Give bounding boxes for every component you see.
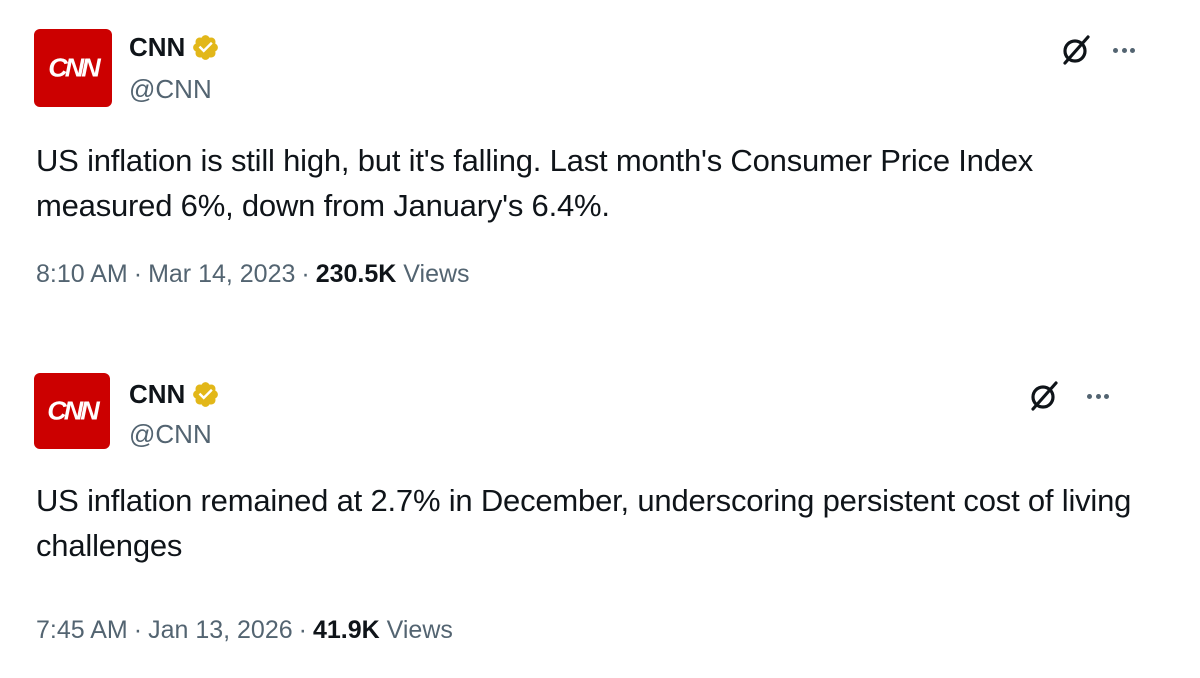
separator: · xyxy=(298,616,307,644)
views-label: Views xyxy=(386,616,453,644)
tweet[interactable]: CNN CNN @CNN US inflation remained at 2.… xyxy=(0,345,1200,678)
tweet-date[interactable]: Mar 14, 2023 xyxy=(148,260,295,288)
more-options-icon[interactable] xyxy=(1087,386,1109,406)
separator: · xyxy=(133,616,143,644)
tweet-text: US inflation is still high, but it's fal… xyxy=(36,143,1034,223)
tweet-date[interactable]: Jan 13, 2026 xyxy=(148,616,293,644)
grok-icon[interactable] xyxy=(1059,33,1093,67)
verified-badge-icon[interactable] xyxy=(191,33,220,62)
views-label: Views xyxy=(403,260,470,288)
tweet-text: US inflation remained at 2.7% in Decembe… xyxy=(36,483,1132,563)
views-count[interactable]: 230.5K xyxy=(316,260,397,288)
separator: · xyxy=(133,260,143,288)
author-handle[interactable]: @CNN xyxy=(129,72,212,106)
author-name-row: CNN xyxy=(129,30,220,64)
cnn-logo: CNN xyxy=(47,396,99,425)
separator: · xyxy=(301,260,310,288)
tweet-meta: 8:10 AM · Mar 14, 2023 · 230.5K Views xyxy=(36,257,470,291)
avatar[interactable]: CNN xyxy=(34,29,112,107)
author-name-row: CNN xyxy=(129,377,220,411)
tweet-meta: 7:45 AM · Jan 13, 2026 · 41.9K Views xyxy=(36,613,453,647)
grok-icon[interactable] xyxy=(1027,379,1061,413)
views-count[interactable]: 41.9K xyxy=(313,616,380,644)
tweet[interactable]: CNN CNN @CNN US inflation is still high,… xyxy=(0,0,1200,330)
cnn-logo: CNN xyxy=(48,53,100,82)
tweet-time[interactable]: 8:10 AM xyxy=(36,260,128,288)
more-options-icon[interactable] xyxy=(1113,40,1135,60)
avatar[interactable]: CNN xyxy=(34,373,110,449)
verified-badge-icon[interactable] xyxy=(191,380,220,409)
tweet-time[interactable]: 7:45 AM xyxy=(36,616,128,644)
author-display-name[interactable]: CNN xyxy=(129,30,185,64)
author-display-name[interactable]: CNN xyxy=(129,377,185,411)
author-handle[interactable]: @CNN xyxy=(129,417,212,451)
